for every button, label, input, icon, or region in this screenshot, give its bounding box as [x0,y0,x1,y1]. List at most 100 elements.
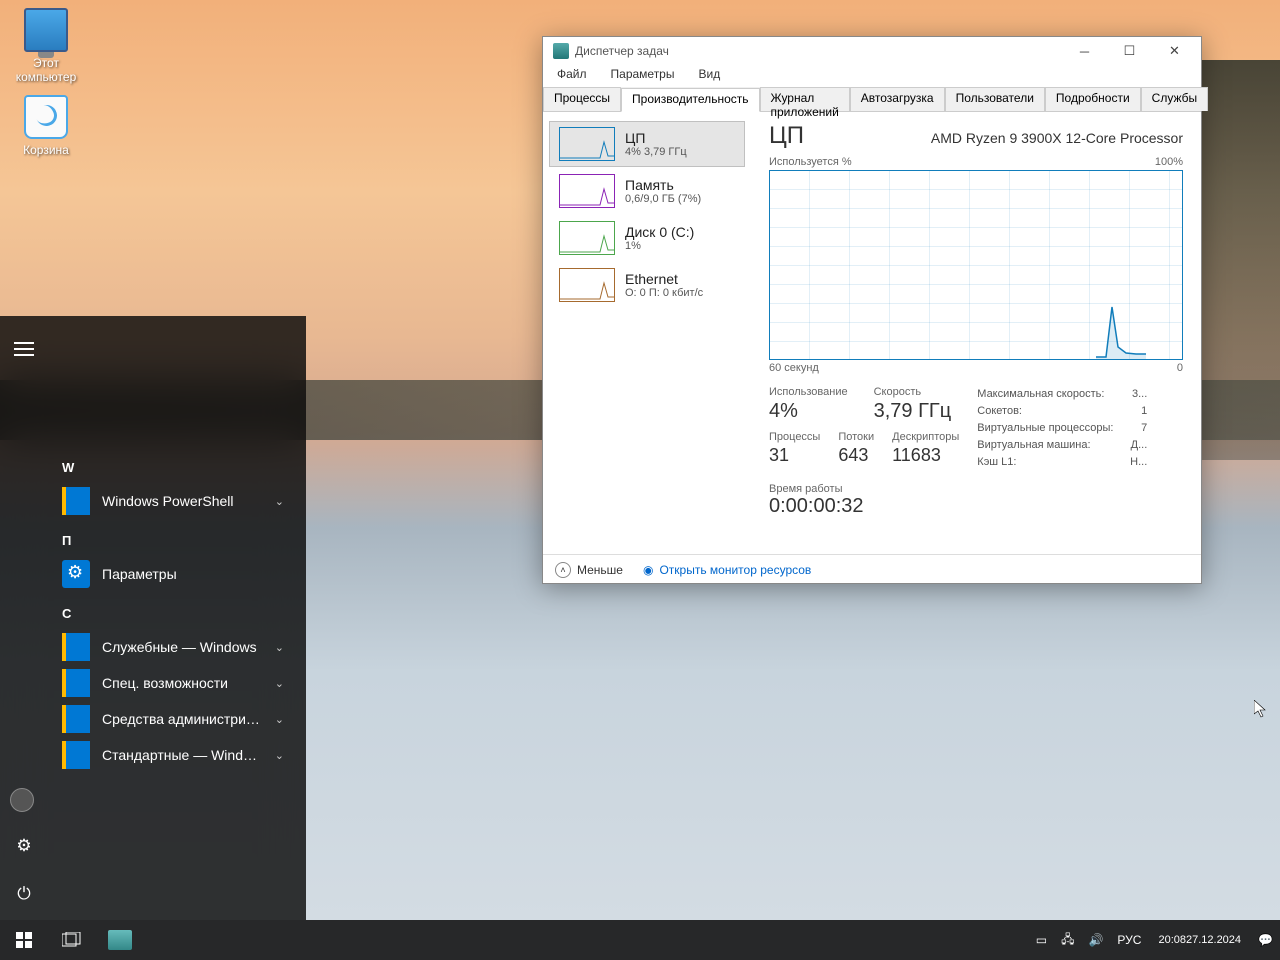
stat-value: 4% [769,400,848,423]
task-manager-window: Диспетчер задач ─ ☐ ✕ Файл Параметры Вид П… [542,36,1202,584]
start-menu-item[interactable]: Параметры [62,556,292,592]
stat-label: Потоки [838,431,874,443]
window-title: Диспетчер задач [575,44,1062,58]
open-resource-monitor-link[interactable]: ◉ Открыть монитор ресурсов [643,563,811,577]
start-menu-item-label: Стандартные — Windows [102,747,262,763]
tab-Службы[interactable]: Службы [1141,87,1208,111]
stat-label: Скорость [874,386,952,398]
start-menu-item[interactable]: Windows PowerShell⌄ [62,483,292,519]
start-menu-item-label: Средства администрировани... [102,711,262,727]
close-button[interactable]: ✕ [1152,37,1197,65]
start-menu-item[interactable]: Служебные — Windows⌄ [62,629,292,665]
stat-block: Процессы31 [769,431,820,466]
resource-ЦП[interactable]: ЦП4% 3,79 ГГц [549,121,745,167]
start-menu-letter[interactable]: С [62,606,292,621]
resource-name: Диск 0 (C:) [625,224,694,240]
tab-Автозагрузка[interactable]: Автозагрузка [850,87,945,111]
stat-label: Процессы [769,431,820,443]
resource-name: Память [625,177,701,193]
start-button[interactable] [0,920,48,960]
tab-Процессы[interactable]: Процессы [543,87,621,111]
stat-block: Использование 4% [769,386,848,423]
tabs-bar: ПроцессыПроизводительностьЖурнал приложе… [543,87,1201,112]
resource-Память[interactable]: Память0,6/9,0 ГБ (7%) [549,168,745,214]
panel-title: ЦП [769,122,804,150]
stat-block: Потоки643 [838,431,874,466]
tray-clock[interactable]: 20:08 27.12.2024 [1148,920,1251,960]
hamburger-icon[interactable] [14,342,34,356]
minimize-button[interactable]: ─ [1062,37,1107,65]
fewer-details-button[interactable]: ˄ Меньше [555,562,623,578]
stat-label: Использование [769,386,848,398]
resource-thumbnail [559,127,615,161]
chevron-down-icon: ⌄ [275,495,284,508]
task-view-button[interactable] [48,920,96,960]
start-menu-letter[interactable]: П [62,533,292,548]
chart-label-br: 0 [1177,362,1183,374]
desktop-icon-this-pc[interactable]: Этот компьютер [8,8,84,84]
titlebar[interactable]: Диспетчер задач ─ ☐ ✕ [543,37,1201,65]
user-avatar-icon[interactable] [10,788,34,812]
taskbar-app-taskmgr[interactable] [96,920,144,960]
maximize-button[interactable]: ☐ [1107,37,1152,65]
mouse-cursor [1254,700,1266,718]
wallpaper-forest [1200,60,1280,460]
tab-Производительность[interactable]: Производительность [621,88,759,112]
tray-language[interactable]: РУС [1110,920,1148,960]
chart-line [1096,299,1146,359]
cpu-properties: Максимальная скорость:3...Сокетов:1Вирту… [977,386,1147,471]
task-view-icon [62,932,82,948]
resource-Ethernet[interactable]: EthernetО: 0 П: 0 кбит/с [549,262,745,308]
start-menu-item-label: Спец. возможности [102,675,228,691]
start-menu-item[interactable]: Спец. возможности ⌄ [62,665,292,701]
property-value: Д... [1131,437,1148,454]
resource-Диск 0 (C:)[interactable]: Диск 0 (C:)1% [549,215,745,261]
start-menu-item-label: Служебные — Windows [102,639,257,655]
taskmgr-icon [108,930,132,950]
menu-item[interactable]: Файл [553,65,591,87]
uptime-label: Время работы [769,483,1183,495]
folder-icon [62,633,90,661]
start-menu-item-label: Параметры [102,566,177,582]
property-key: Виртуальные процессоры: [977,420,1113,437]
desktop: Этот компьютер Корзина W Windows PowerShe… [0,0,1280,960]
start-menu: W Windows PowerShell⌄ П Параметры С Служебные… [0,316,306,920]
action-center-icon[interactable]: 💬 [1251,920,1280,960]
menu-item[interactable]: Вид [694,65,724,87]
tab-Пользователи[interactable]: Пользователи [945,87,1045,111]
menu-item[interactable]: Параметры [607,65,679,87]
resource-value: 1% [625,240,694,252]
tray-notification-icon[interactable]: ▭ [1029,920,1054,960]
start-menu-item[interactable]: Стандартные — Windows⌄ [62,737,292,773]
stat-value: 11683 [892,445,959,466]
resource-value: О: 0 П: 0 кбит/с [625,287,703,299]
tray-network-icon[interactable]: 🖧 [1054,920,1081,960]
desktop-icon-recycle-bin[interactable]: Корзина [8,95,84,157]
start-menu-item[interactable]: Средства администрировани...⌄ [62,701,292,737]
desktop-icon-label: Корзина [8,143,84,157]
taskmgr-app-icon [553,43,569,59]
tray-time: 20:08 [1158,933,1186,947]
folder-icon [62,705,90,733]
folder-icon [62,741,90,769]
start-menu-apps: W Windows PowerShell⌄ П Параметры С Служебные… [62,446,292,773]
property-key: Виртуальная машина: [977,437,1090,454]
property-key: Сокетов: [977,403,1022,420]
power-icon[interactable]: ⏻ [10,880,38,908]
chart-icon: ◉ [643,563,653,577]
cpu-usage-chart [769,170,1183,360]
monitor-icon [24,8,68,52]
property-key: Кэш L1: [977,454,1016,471]
taskbar: ▭ 🖧 🔊 РУС 20:08 27.12.2024 💬 [0,920,1280,960]
property-value: 7 [1141,420,1147,437]
tab-Подробности[interactable]: Подробности [1045,87,1141,111]
settings-icon[interactable]: ⚙ [10,832,38,860]
cpu-model: AMD Ryzen 9 3900X 12-Core Processor [931,130,1183,146]
tray-volume-icon[interactable]: 🔊 [1081,920,1110,960]
start-menu-letter[interactable]: W [62,460,292,475]
chevron-down-icon: ⌄ [275,677,284,690]
resource-sidebar: ЦП4% 3,79 ГГцПамять0,6/9,0 ГБ (7%)Диск 0… [543,112,751,554]
resource-value: 4% 3,79 ГГц [625,146,687,158]
tab-Журнал приложений[interactable]: Журнал приложений [760,87,850,111]
property-value: 1 [1141,403,1147,420]
